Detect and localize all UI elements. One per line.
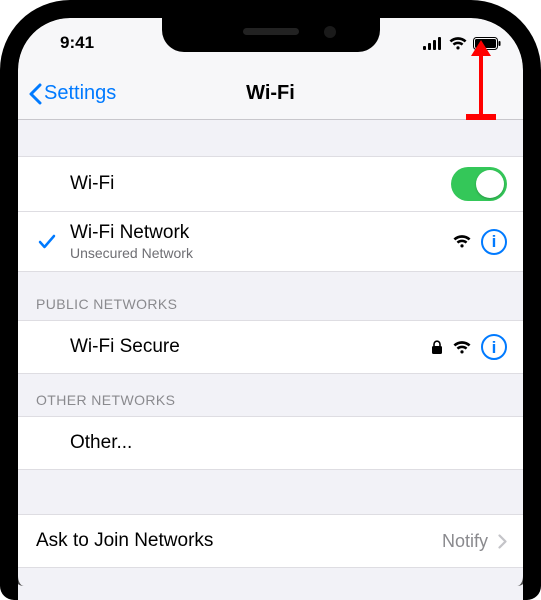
device-notch	[162, 14, 380, 52]
back-label: Settings	[44, 82, 116, 105]
status-right	[423, 37, 501, 50]
battery-icon	[473, 37, 501, 50]
device-frame: 9:41	[0, 0, 541, 600]
back-button[interactable]: Settings	[28, 82, 116, 105]
other-networks-header: Other Networks	[18, 374, 523, 416]
wifi-toggle-label: Wi-Fi	[70, 173, 439, 195]
public-network-row[interactable]: Wi-Fi Secure i	[18, 320, 523, 374]
connected-network-row[interactable]: Wi-Fi Network Unsecured Network i	[18, 212, 523, 272]
ask-to-join-label: Ask to Join Networks	[36, 530, 430, 552]
screen: 9:41	[18, 18, 523, 600]
wifi-signal-icon	[453, 341, 471, 354]
wifi-toggle-row[interactable]: Wi-Fi	[18, 156, 523, 212]
connected-network-name: Wi-Fi Network	[70, 222, 441, 244]
wifi-toggle[interactable]	[451, 167, 507, 201]
notch-speaker	[243, 28, 299, 35]
info-button[interactable]: i	[481, 229, 507, 255]
settings-list[interactable]: Wi-Fi Wi-Fi Network Unsecured Network	[18, 120, 523, 600]
other-network-row[interactable]: Other...	[18, 416, 523, 470]
public-networks-header: Public Networks	[18, 272, 523, 320]
wifi-icon	[449, 37, 467, 50]
ask-to-join-value: Notify	[442, 531, 488, 552]
cellular-icon	[423, 37, 443, 50]
checkmark-icon	[36, 234, 58, 250]
info-button[interactable]: i	[481, 334, 507, 360]
chevron-left-icon	[28, 83, 42, 105]
notch-camera	[324, 26, 336, 38]
nav-bar: Settings Wi-Fi	[18, 68, 523, 120]
other-network-label: Other...	[70, 432, 507, 454]
connected-network-subtitle: Unsecured Network	[70, 245, 441, 261]
wifi-signal-icon	[453, 235, 471, 248]
ask-to-join-row[interactable]: Ask to Join Networks Notify	[18, 514, 523, 568]
chevron-right-icon	[498, 534, 507, 549]
status-time: 9:41	[56, 33, 94, 53]
lock-icon	[431, 340, 443, 355]
public-network-name: Wi-Fi Secure	[70, 336, 419, 358]
